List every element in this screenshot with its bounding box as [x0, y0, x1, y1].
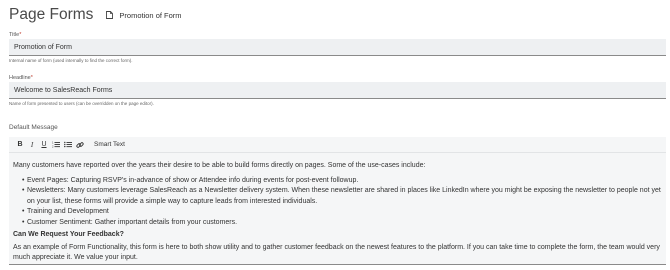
svg-text:2: 2 — [52, 145, 54, 148]
svg-text:1: 1 — [52, 141, 54, 145]
bullet-list-button[interactable] — [62, 139, 74, 151]
breadcrumb[interactable]: Promotion of Form — [106, 10, 182, 20]
headline-label: Headline* — [9, 75, 33, 81]
title-label: Title* — [9, 32, 22, 38]
page-header: Page Forms Promotion of Form — [9, 6, 182, 24]
use-case-list: Event Pages: Capturing RSVP's in-advance… — [13, 176, 662, 229]
bold-button[interactable]: B — [14, 139, 26, 151]
editor-content[interactable]: Many customers have reported over the ye… — [9, 153, 666, 264]
list-item: Customer Sentiment: Gather important det… — [22, 218, 662, 229]
link-icon — [76, 141, 84, 149]
page-title: Page Forms — [9, 6, 94, 23]
ordered-list-button[interactable]: 12 — [50, 139, 62, 151]
headline-input[interactable]: Welcome to SalesReach Forms — [9, 82, 666, 99]
list-item: Training and Development — [22, 207, 662, 218]
list-item: Event Pages: Capturing RSVP's in-advance… — [22, 176, 662, 187]
list-item: Newsletters: Many customers leverage Sal… — [22, 186, 662, 207]
title-hint: Internal name of form (used internally t… — [9, 58, 133, 63]
italic-button[interactable]: I — [26, 139, 38, 151]
underline-button[interactable]: U — [38, 139, 50, 151]
default-message-label: Default Message — [9, 124, 58, 131]
breadcrumb-label: Promotion of Form — [119, 10, 182, 20]
ordered-list-icon: 12 — [52, 141, 60, 148]
default-message-editor[interactable]: B I U 12 Smart Text Many customers have … — [9, 137, 666, 265]
document-icon — [106, 11, 114, 19]
title-input[interactable]: Promotion of Form — [9, 39, 666, 56]
link-button[interactable] — [74, 139, 86, 151]
editor-toolbar: B I U 12 Smart Text — [9, 137, 666, 153]
closing-paragraph: As an example of Form Functionality, thi… — [13, 243, 660, 262]
feedback-subheading: Can We Request Your Feedback? — [13, 231, 124, 238]
bullet-list-icon — [64, 141, 72, 148]
headline-hint: Name of form presented to users (can be … — [9, 101, 154, 106]
smart-text-button[interactable]: Smart Text — [94, 141, 125, 148]
intro-paragraph: Many customers have reported over the ye… — [13, 162, 426, 169]
